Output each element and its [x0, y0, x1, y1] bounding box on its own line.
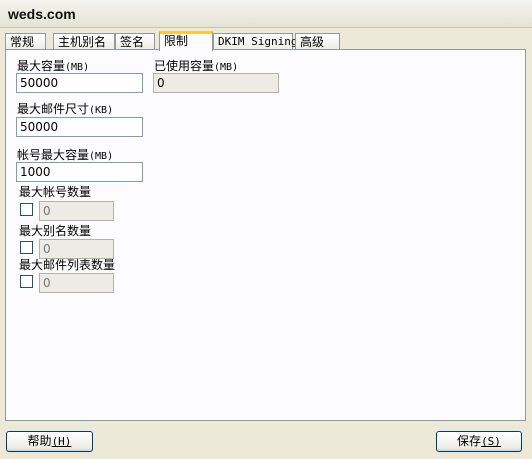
max-size-label: 最大容量(MB) [17, 59, 90, 73]
window-title: weds.com [8, 6, 76, 22]
used-size-label: 已使用容量(MB) [154, 59, 239, 73]
max-lists-input[interactable]: 0 [39, 273, 114, 293]
max-lists-checkbox[interactable] [20, 275, 33, 288]
help-button[interactable]: 帮助(H) [6, 431, 93, 452]
max-account-size-input[interactable] [16, 162, 143, 182]
max-size-input[interactable] [16, 73, 143, 93]
max-aliases-checkbox[interactable] [20, 241, 33, 254]
max-lists-label: 最大邮件列表数量 [19, 258, 116, 272]
used-size-field: 0 [153, 73, 279, 93]
max-account-size-label: 帐号最大容量(MB) [17, 148, 114, 162]
tab-signature[interactable]: 签名 [115, 33, 155, 50]
title-bar: weds.com [0, 0, 532, 28]
save-button[interactable]: 保存(S) [436, 431, 522, 452]
max-message-size-input[interactable] [16, 117, 143, 137]
max-accounts-checkbox[interactable] [20, 203, 33, 216]
max-aliases-label: 最大别名数量 [19, 224, 92, 238]
tab-advanced[interactable]: 高级 [295, 33, 340, 50]
tab-host-aliases[interactable]: 主机别名 [53, 33, 115, 50]
tab-general[interactable]: 常规 [5, 33, 46, 50]
max-accounts-input[interactable]: 0 [39, 201, 114, 221]
tab-limits[interactable]: 限制 [159, 31, 213, 51]
tab-dkim-signing[interactable]: DKIM Signing [213, 33, 297, 50]
max-message-size-label: 最大邮件尺寸(KB) [17, 102, 114, 116]
max-accounts-label: 最大帐号数量 [19, 185, 92, 199]
